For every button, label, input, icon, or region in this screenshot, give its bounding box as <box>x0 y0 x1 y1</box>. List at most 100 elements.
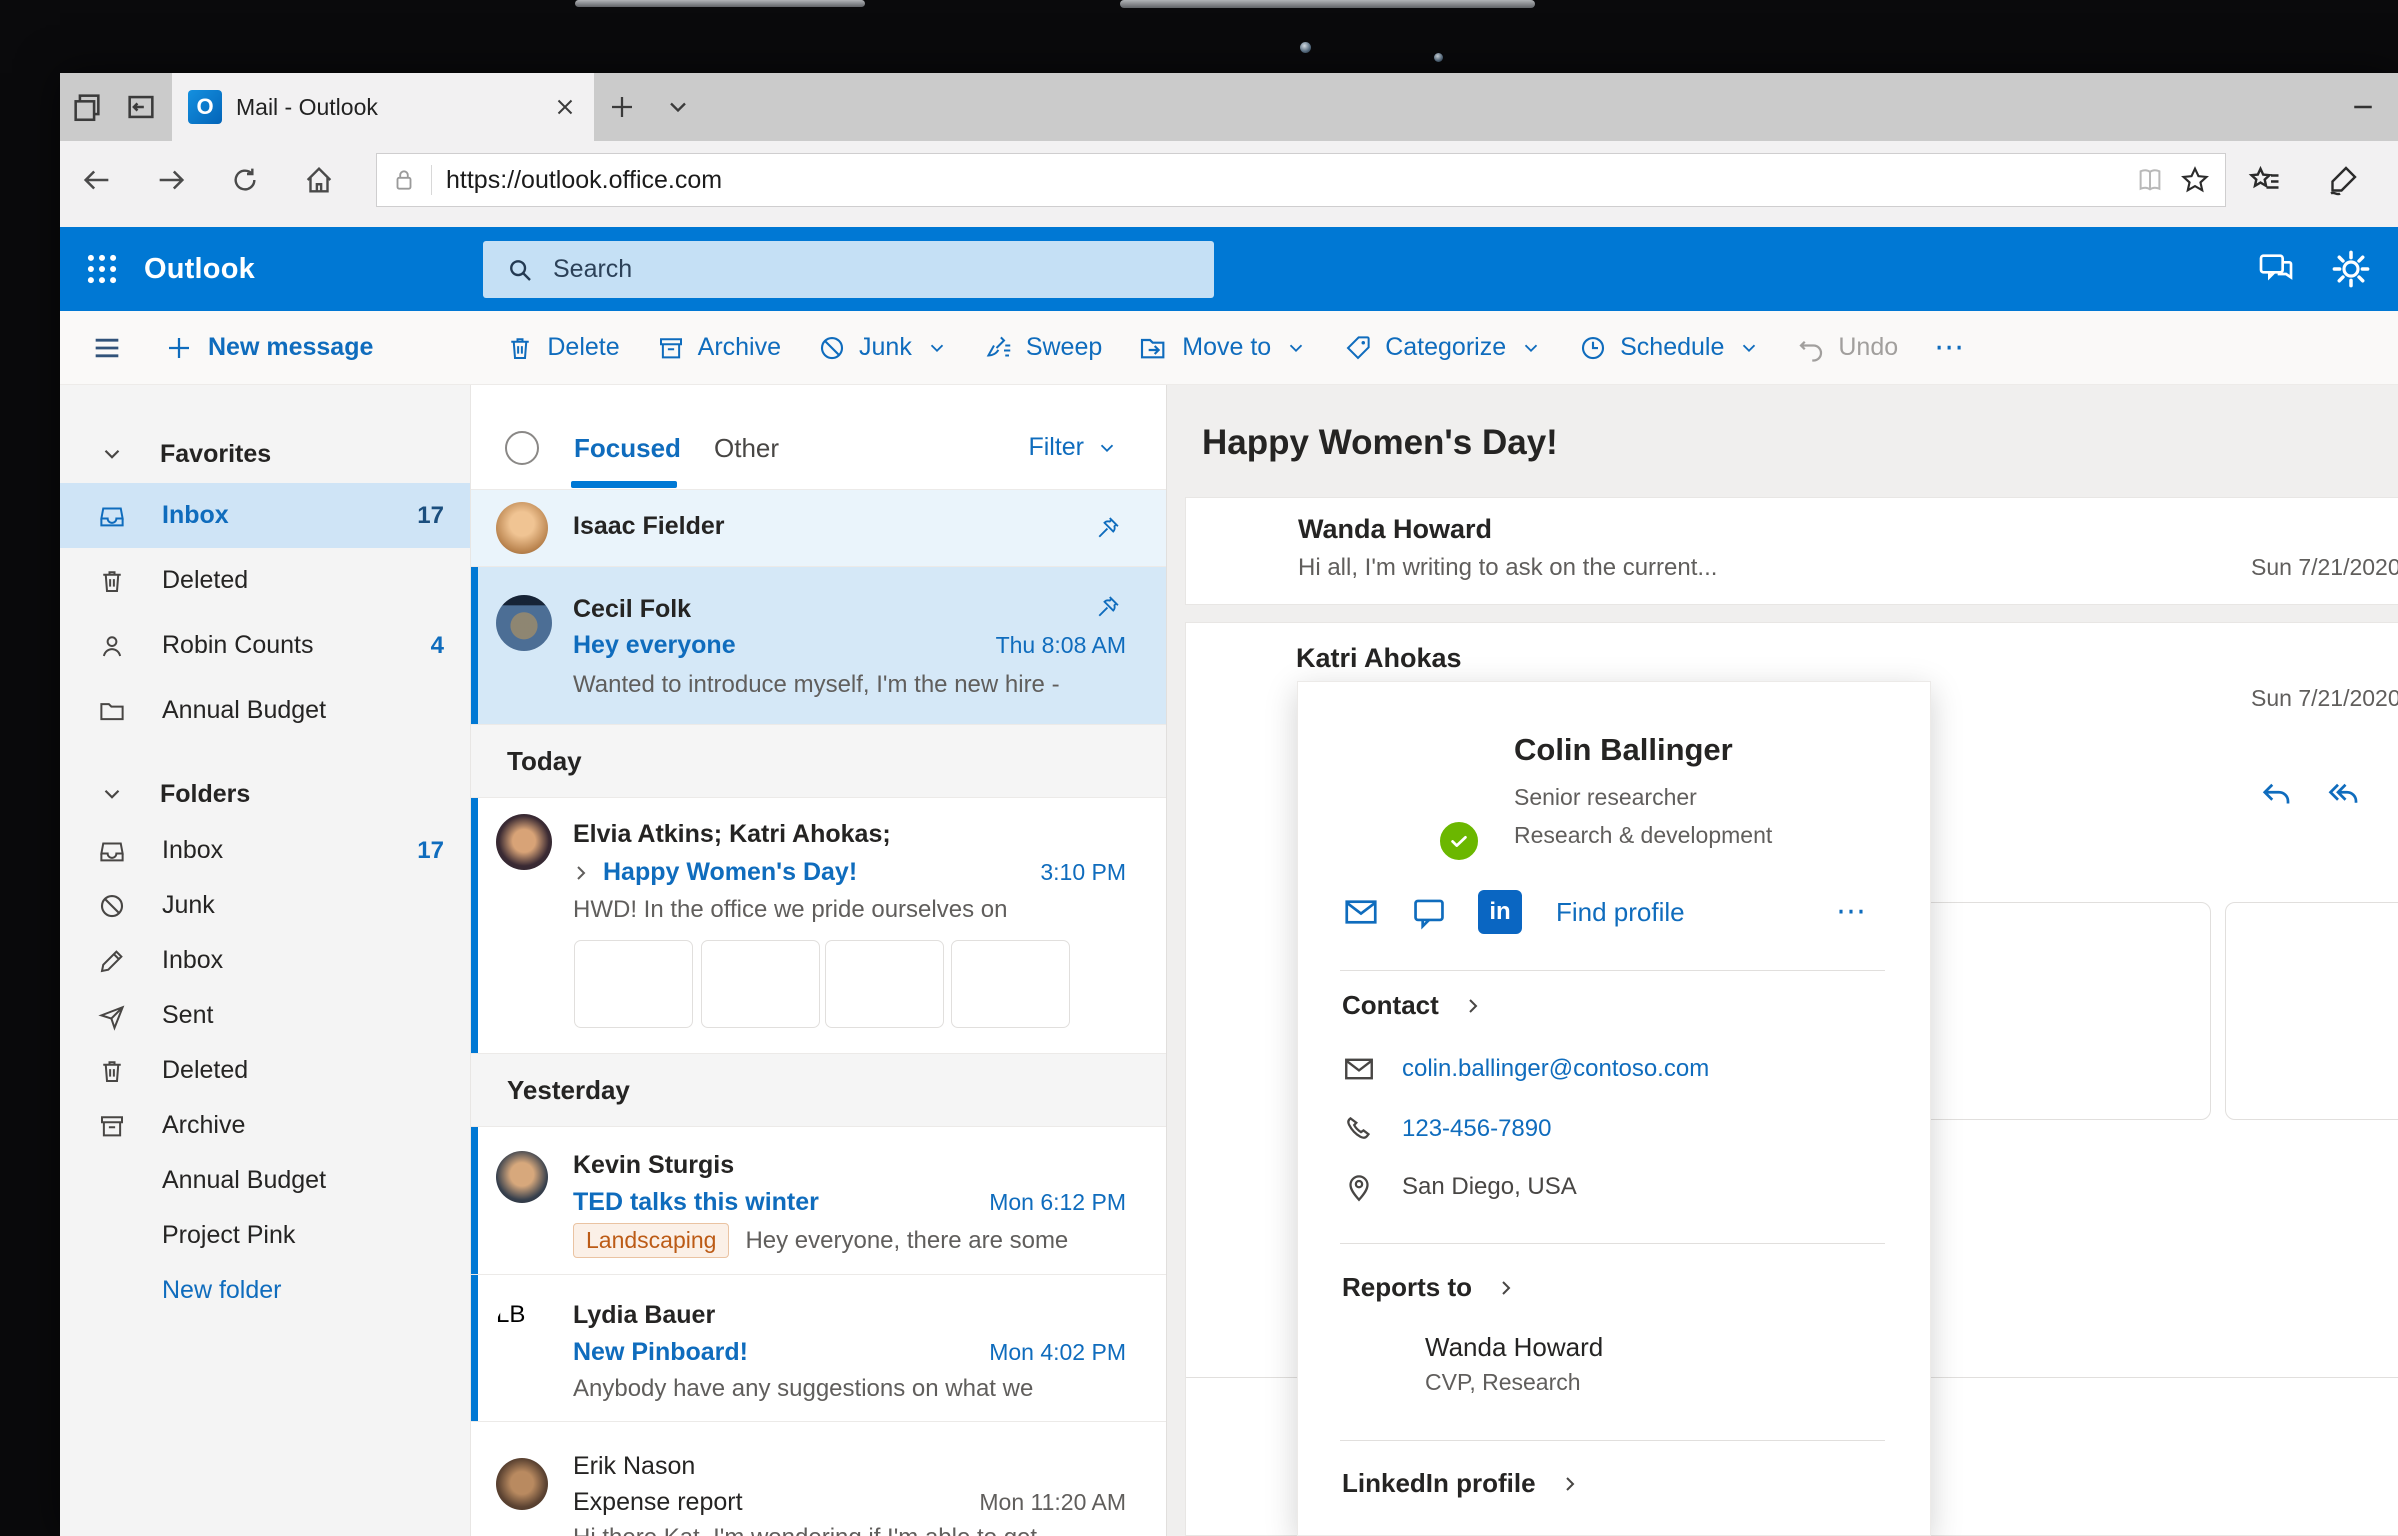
attachment-thumbnail-women-laptop[interactable] <box>701 940 820 1028</box>
mail-preview: Wanted to introduce myself, I'm the new … <box>573 671 1060 698</box>
forward-icon[interactable] <box>2394 775 2398 811</box>
categorize-button[interactable]: Categorize <box>1343 333 1542 363</box>
sidebar-folder-deleted[interactable]: Deleted <box>60 1043 470 1098</box>
sweep-button[interactable]: Sweep <box>984 333 1102 363</box>
mail-row-isaac-fielder[interactable]: Isaac Fielder <box>471 489 1166 566</box>
sidebar-new-folder[interactable]: New folder <box>60 1263 470 1318</box>
avatar-colin[interactable] <box>1203 762 1277 836</box>
sidebar-folder-project-pink[interactable]: Project Pink <box>60 1208 470 1263</box>
attachment-thumbnail-hexagons[interactable] <box>574 940 693 1028</box>
attachment-thumbnail-office[interactable] <box>825 940 944 1028</box>
sidebar-item-robin-counts[interactable]: Robin Counts 4 <box>60 613 470 678</box>
undo-button[interactable]: Undo <box>1796 333 1898 363</box>
hamburger-menu-icon[interactable] <box>90 331 124 365</box>
reading-view-icon[interactable] <box>2135 165 2165 195</box>
select-all-checkbox[interactable] <box>505 431 539 465</box>
reports-to-section-header[interactable]: Reports to <box>1342 1272 1518 1303</box>
sidebar-folder-archive[interactable]: Archive <box>60 1098 470 1153</box>
phone-link[interactable]: 123-456-7890 <box>1402 1115 1551 1143</box>
show-tab-previews-icon[interactable] <box>114 73 168 141</box>
new-message-button[interactable]: New message <box>164 333 373 363</box>
avatar-thread-reply[interactable] <box>1203 1415 1277 1489</box>
category-tag[interactable]: Landscaping <box>573 1223 730 1258</box>
folders-header[interactable]: Folders <box>60 765 470 823</box>
manager-avatar[interactable] <box>1349 1332 1403 1386</box>
message-card-wanda[interactable]: Wanda Howard Hi all, I'm writing to ask … <box>1185 497 2398 605</box>
move-to-button[interactable]: Move to <box>1138 332 1307 364</box>
reply-all-icon[interactable] <box>2326 775 2362 811</box>
email-link[interactable]: colin.ballinger@contoso.com <box>1402 1055 1709 1083</box>
add-favorite-star-icon[interactable] <box>2179 164 2211 196</box>
home-icon[interactable] <box>282 163 356 197</box>
sidebar-folder-sent[interactable]: Sent <box>60 988 470 1043</box>
toolbar-overflow-button[interactable]: ⋯ <box>1934 330 1966 365</box>
inline-image-hexagons[interactable] <box>1921 902 2211 1120</box>
refresh-icon[interactable] <box>208 164 282 196</box>
search-input[interactable] <box>551 254 1204 285</box>
sidebar-folder-junk[interactable]: Junk <box>60 878 470 933</box>
unread-count: 17 <box>417 836 444 864</box>
mail-row-elvia-atkins[interactable]: Elvia Atkins; Katri Ahokas; Happy Women'… <box>471 797 1166 1053</box>
tab-list-chevron-icon[interactable] <box>650 73 706 141</box>
delete-button[interactable]: Delete <box>505 333 620 363</box>
folder-sidebar: Favorites Inbox 17 Deleted Robin Counts … <box>60 385 470 1536</box>
sidebar-item-inbox[interactable]: Inbox 17 <box>60 483 470 548</box>
linkedin-section-header[interactable]: LinkedIn profile <box>1342 1468 1582 1499</box>
chat-feedback-icon[interactable] <box>2256 249 2296 289</box>
back-icon[interactable] <box>60 163 134 197</box>
profile-more-button[interactable]: ⋯ <box>1836 894 1868 929</box>
attachment-thumbnail-child[interactable] <box>951 940 1070 1028</box>
hub-favorites-icon[interactable] <box>2226 162 2304 198</box>
mail-row-lydia-bauer[interactable]: LB Lydia Bauer New Pinboard! Mon 4:02 PM… <box>471 1274 1166 1421</box>
browser-tab-bar: O Mail - Outlook <box>60 73 2398 141</box>
send-mail-icon[interactable] <box>1342 893 1380 931</box>
new-tab-button[interactable] <box>594 73 650 141</box>
find-profile-link[interactable]: Find profile <box>1556 897 1685 928</box>
send-icon <box>94 1001 130 1031</box>
expand-chevron-icon[interactable] <box>569 861 593 885</box>
sidebar-folder-annual-budget[interactable]: Annual Budget <box>60 1153 470 1208</box>
mail-subject: Happy Women's Day! <box>603 858 858 886</box>
reply-icon[interactable] <box>2258 775 2294 811</box>
folders-label: Folders <box>160 779 251 808</box>
unread-count: 17 <box>417 501 444 529</box>
filter-button[interactable]: Filter <box>1028 433 1118 462</box>
address-bar-input[interactable]: https://outlook.office.com <box>376 153 2226 207</box>
mail-row-cecil-folk[interactable]: Cecil Folk Hey everyone Thu 8:08 AM Want… <box>471 566 1166 724</box>
forward-icon[interactable] <box>134 163 208 197</box>
sidebar-folder-inbox[interactable]: Inbox 17 <box>60 823 470 878</box>
divider <box>1340 1440 1885 1441</box>
pin-icon[interactable] <box>1094 514 1122 542</box>
linkedin-icon[interactable]: in <box>1478 890 1522 934</box>
contact-section-header[interactable]: Contact <box>1342 990 1485 1021</box>
minimize-button[interactable] <box>2328 73 2398 141</box>
mail-time: Mon 6:12 PM <box>989 1189 1126 1215</box>
sidebar-item-annual-budget[interactable]: Annual Budget <box>60 678 470 743</box>
sidebar-item-deleted[interactable]: Deleted <box>60 548 470 613</box>
app-launcher-icon[interactable] <box>60 250 144 288</box>
tab-focused[interactable]: Focused <box>574 433 681 464</box>
sidebar-folder-drafts-inbox[interactable]: Inbox <box>60 933 470 988</box>
search-bar[interactable] <box>483 241 1214 298</box>
favorites-header[interactable]: Favorites <box>60 425 470 483</box>
inbox-icon <box>94 836 130 866</box>
settings-gear-icon[interactable] <box>2330 248 2372 290</box>
unread-indicator-bar <box>471 1127 478 1274</box>
mail-row-erik-nason[interactable]: Erik Nason Expense report Mon 11:20 AM H… <box>471 1421 1166 1536</box>
junk-button[interactable]: Junk <box>817 333 948 363</box>
pin-icon[interactable] <box>1094 593 1122 621</box>
manager-title: CVP, Research <box>1425 1369 1581 1395</box>
web-notes-pen-icon[interactable] <box>2304 162 2382 198</box>
archive-icon <box>94 1111 130 1141</box>
contact-phone-row: 123-456-7890 <box>1342 1112 1551 1146</box>
tab-other[interactable]: Other <box>714 433 779 464</box>
browser-tab[interactable]: O Mail - Outlook <box>172 73 594 141</box>
set-aside-tabs-icon[interactable] <box>60 73 114 141</box>
inline-image-child[interactable] <box>2225 902 2398 1120</box>
mail-row-kevin-sturgis[interactable]: Kevin Sturgis TED talks this winter Mon … <box>471 1126 1166 1274</box>
chat-icon[interactable] <box>1410 893 1448 931</box>
close-tab-icon[interactable] <box>552 94 578 120</box>
schedule-button[interactable]: Schedule <box>1578 333 1760 363</box>
archive-button[interactable]: Archive <box>656 333 781 363</box>
avatar <box>496 595 552 651</box>
